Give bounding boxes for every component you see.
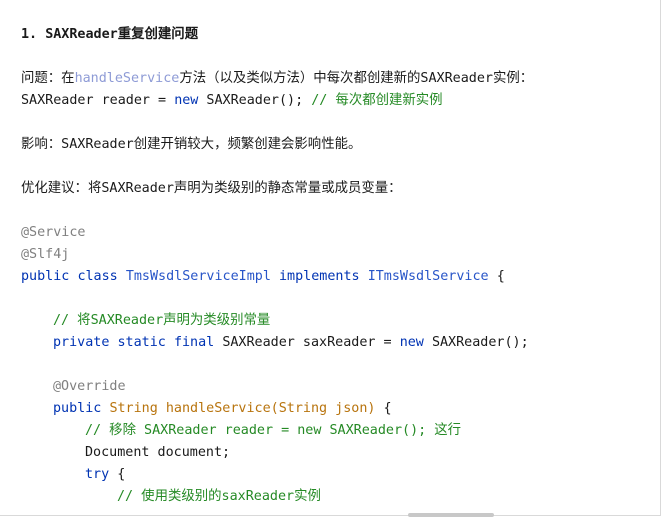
field-init-text: SAXReader(); <box>431 335 529 350</box>
heading-title: SAXReader重复创建问题 <box>45 27 199 42</box>
method-keyword-public: public <box>53 401 102 416</box>
annotation-slf4j: @Slf4j <box>21 247 70 262</box>
snippet-new-keyword: new <box>174 93 199 108</box>
class-open-brace: { <box>496 269 505 284</box>
snippet-comment: // 每次都创建新实例 <box>311 93 443 108</box>
interface-name: ITmsWsdlService <box>367 269 489 284</box>
heading-number: 1. <box>21 27 46 42</box>
keyword-private: private <box>53 335 110 350</box>
keyword-class: class <box>77 269 118 284</box>
try-open-brace: { <box>109 467 126 482</box>
comment-remove-line: // 移除 SAXReader reader = new SAXReader()… <box>85 423 462 438</box>
keyword-public: public <box>21 269 70 284</box>
comment-declare-constant: // 将SAXReader声明为类级别常量 <box>53 313 271 328</box>
class-name: TmsWsdlServiceImpl <box>125 269 271 284</box>
suggestion-line: 优化建议：将SAXReader声明为类级别的静态常量或成员变量： <box>21 181 402 196</box>
method-open-brace: { <box>375 401 392 416</box>
method-signature: public String handleService(String json)… <box>53 399 392 419</box>
problem-label: 问题： <box>21 71 62 86</box>
document-declaration: Document document; <box>85 445 231 460</box>
inline-code-snippet: SAXReader reader = new SAXReader(); // 每… <box>21 91 443 111</box>
class-declaration: public class TmsWsdlServiceImpl implemen… <box>21 267 505 287</box>
field-declaration: private static final SAXReader saxReader… <box>53 333 529 353</box>
field-decl-text: SAXReader saxReader = <box>222 335 400 350</box>
problem-prefix: 在 <box>61 71 75 86</box>
problem-line: 问题：在handleService方法（以及类似方法）中每次都创建新的SAXRe… <box>21 69 533 89</box>
snippet-code-1: SAXReader reader = <box>21 93 175 108</box>
method-signature-text: String handleService(String json) <box>109 401 376 416</box>
comment-use-instance: // 使用类级别的saxReader实例 <box>117 489 321 504</box>
problem-suffix: 方法（以及类似方法）中每次都创建新的SAXReader实例： <box>179 71 534 86</box>
keyword-new: new <box>399 335 424 350</box>
try-block: try { <box>85 465 125 485</box>
keyword-try: try <box>85 467 110 482</box>
horizontal-scrollbar[interactable] <box>408 513 494 517</box>
keyword-static: static <box>117 335 166 350</box>
snippet-code-2: SAXReader(); <box>198 93 312 108</box>
section-heading: 1. SAXReader重复创建问题 <box>21 25 198 45</box>
annotation-service: @Service <box>21 225 86 240</box>
keyword-final: final <box>173 335 215 350</box>
impact-line: 影响：SAXReader创建开销较大，频繁创建会影响性能。 <box>21 137 362 152</box>
keyword-implements: implements <box>279 269 360 284</box>
annotation-override: @Override <box>53 379 126 394</box>
method-reference: handleService <box>74 71 180 86</box>
